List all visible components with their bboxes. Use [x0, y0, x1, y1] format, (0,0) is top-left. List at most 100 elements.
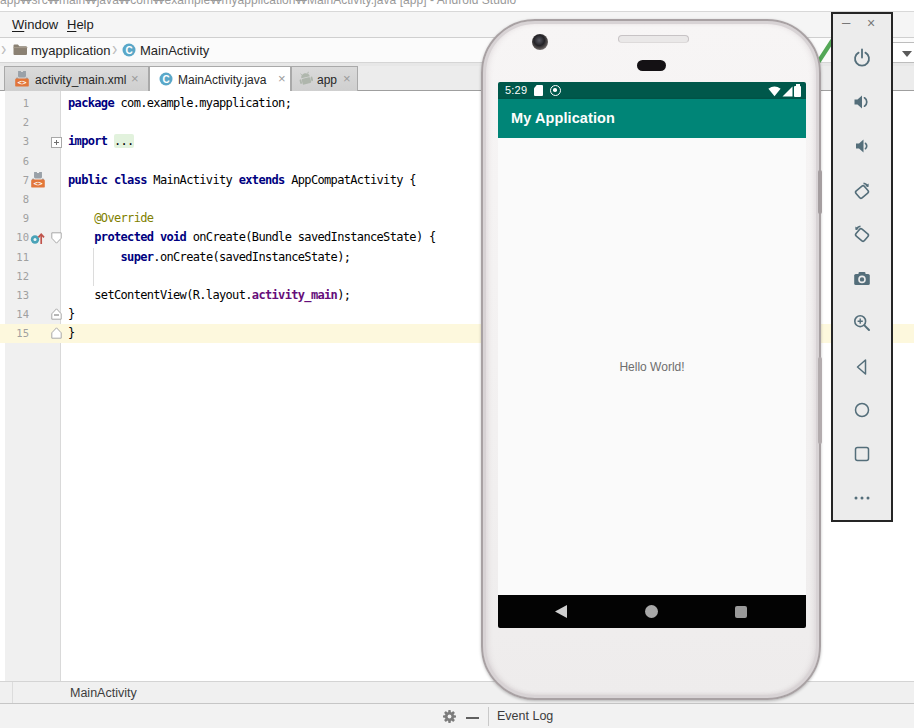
line-number: 10 — [5, 228, 29, 247]
volume-button — [818, 357, 822, 444]
close-icon[interactable]: × — [131, 71, 139, 86]
overriding-method-gutter-icon[interactable] — [29, 230, 46, 246]
android-nav-bar — [498, 595, 806, 628]
more-icon[interactable] — [852, 491, 872, 511]
app-title: My Application — [511, 110, 615, 126]
code-line: @Override — [68, 209, 153, 228]
rotate-left-icon[interactable] — [852, 181, 872, 201]
cell-signal-icon — [782, 86, 793, 97]
line-number: 8 — [5, 190, 29, 209]
svg-text:C: C — [125, 45, 132, 56]
home-icon[interactable] — [852, 400, 872, 420]
back-icon[interactable] — [852, 357, 872, 377]
line-number: 15 — [5, 324, 29, 343]
app-content: Hello World! — [498, 138, 806, 595]
tab-label: MainActivity.java — [178, 73, 266, 87]
close-icon[interactable]: × — [278, 71, 286, 86]
close-icon[interactable]: × — [343, 71, 351, 86]
code-line: } — [68, 305, 75, 324]
tab-activity-main-xml[interactable]: <> activity_main.xml × — [4, 66, 149, 91]
line-number: 14 — [5, 305, 29, 324]
line-number: 9 — [5, 209, 29, 228]
tab-label: activity_main.xml — [35, 73, 126, 87]
fold-end-icon[interactable] — [51, 327, 62, 339]
emulator-toolbar: – × — [831, 12, 893, 522]
power-icon[interactable] — [852, 48, 872, 68]
gear-icon[interactable] — [442, 709, 457, 724]
emulator-phone: 5:29 My Application Hello World! — [481, 19, 821, 700]
class-icon: C — [159, 72, 173, 86]
breadcrumb-class[interactable]: MainActivity — [140, 43, 209, 58]
divider — [488, 707, 489, 726]
volume-down-icon[interactable] — [852, 136, 872, 156]
event-log-button[interactable]: Event Log — [497, 709, 553, 723]
layout-file-icon: <> — [14, 71, 30, 87]
line-number: 13 — [5, 286, 29, 305]
app-action-bar: My Application — [498, 99, 806, 138]
android-status-bar: 5:29 — [498, 82, 806, 99]
code-line: protected void onCreate(Bundle savedInst… — [68, 228, 436, 247]
code-line: public class MainActivity extends AppCom… — [68, 171, 416, 190]
chevron-down-icon — [902, 51, 912, 57]
phone-screen[interactable]: 5:29 My Application Hello World! — [498, 82, 806, 628]
line-number: 11 — [5, 248, 29, 267]
code-line: package com.example.myapplication; — [68, 94, 291, 113]
folder-icon — [13, 43, 28, 56]
title-bar: app₩src₩main₩java₩com₩example₩myapplicat… — [0, 0, 914, 11]
line-number: 1 — [5, 94, 29, 113]
code-line: super.onCreate(savedInstanceState); — [68, 248, 350, 267]
battery-icon — [794, 86, 801, 97]
code-line: setContentView(R.layout.activity_main); — [68, 286, 350, 305]
line-number: 6 — [5, 152, 29, 171]
breadcrumb-module[interactable]: myapplication — [31, 43, 111, 58]
menu-help[interactable]: Help — [67, 17, 94, 32]
related-layout-gutter-icon[interactable]: <> — [30, 172, 46, 188]
screenshot-camera-icon[interactable] — [852, 269, 872, 289]
line-number: 12 — [5, 267, 29, 286]
svg-text:<>: <> — [33, 179, 43, 188]
window-title: app₩src₩main₩java₩com₩example₩myapplicat… — [0, 0, 516, 7]
overview-icon[interactable] — [852, 444, 872, 464]
speaker-slot — [637, 60, 666, 71]
code-line: } — [68, 324, 75, 343]
chevron-right-icon: › — [112, 38, 117, 61]
data-saver-icon — [550, 85, 561, 96]
zoom-icon[interactable] — [852, 313, 872, 333]
tab-app[interactable]: app × — [291, 66, 358, 91]
fold-start-icon[interactable] — [51, 232, 62, 244]
power-button — [818, 170, 822, 214]
tab-label: app — [317, 73, 337, 87]
hello-world-text: Hello World! — [619, 360, 684, 374]
android-studio-window: app₩src₩main₩java₩com₩example₩myapplicat… — [0, 0, 914, 728]
volume-up-icon[interactable] — [852, 92, 872, 112]
earpiece-speaker — [618, 35, 689, 43]
fold-plus-icon[interactable] — [51, 137, 62, 148]
tab-mainactivity-java[interactable]: C MainActivity.java × — [149, 66, 291, 92]
svg-text:<>: <> — [17, 78, 27, 87]
chevron-right-icon: › — [1, 38, 6, 61]
close-icon[interactable]: × — [867, 15, 875, 31]
rotate-right-icon[interactable] — [852, 224, 872, 244]
code-line: import ... — [68, 132, 134, 151]
line-number: 7 — [5, 171, 29, 190]
wifi-icon — [768, 86, 781, 97]
home-icon[interactable] — [645, 605, 658, 618]
class-icon: C — [122, 43, 136, 57]
minimize-icon[interactable] — [466, 717, 479, 719]
ide-status-bar: Event Log — [0, 703, 914, 728]
svg-text:C: C — [162, 74, 169, 85]
line-number: 3 — [5, 132, 29, 151]
recents-icon[interactable] — [735, 606, 747, 618]
divider — [12, 682, 13, 704]
fold-end-minus-icon[interactable] — [51, 308, 62, 320]
front-camera — [532, 34, 548, 50]
line-number: 2 — [5, 113, 29, 132]
android-robot-icon — [298, 71, 314, 87]
folded-imports[interactable]: ... — [114, 134, 134, 148]
sdcard-icon — [534, 85, 543, 96]
bottom-breadcrumb-class[interactable]: MainActivity — [70, 686, 137, 700]
back-icon[interactable] — [555, 605, 567, 618]
status-time: 5:29 — [505, 84, 527, 96]
minimize-icon[interactable]: – — [842, 13, 850, 30]
menu-window[interactable]: Window — [12, 17, 58, 32]
